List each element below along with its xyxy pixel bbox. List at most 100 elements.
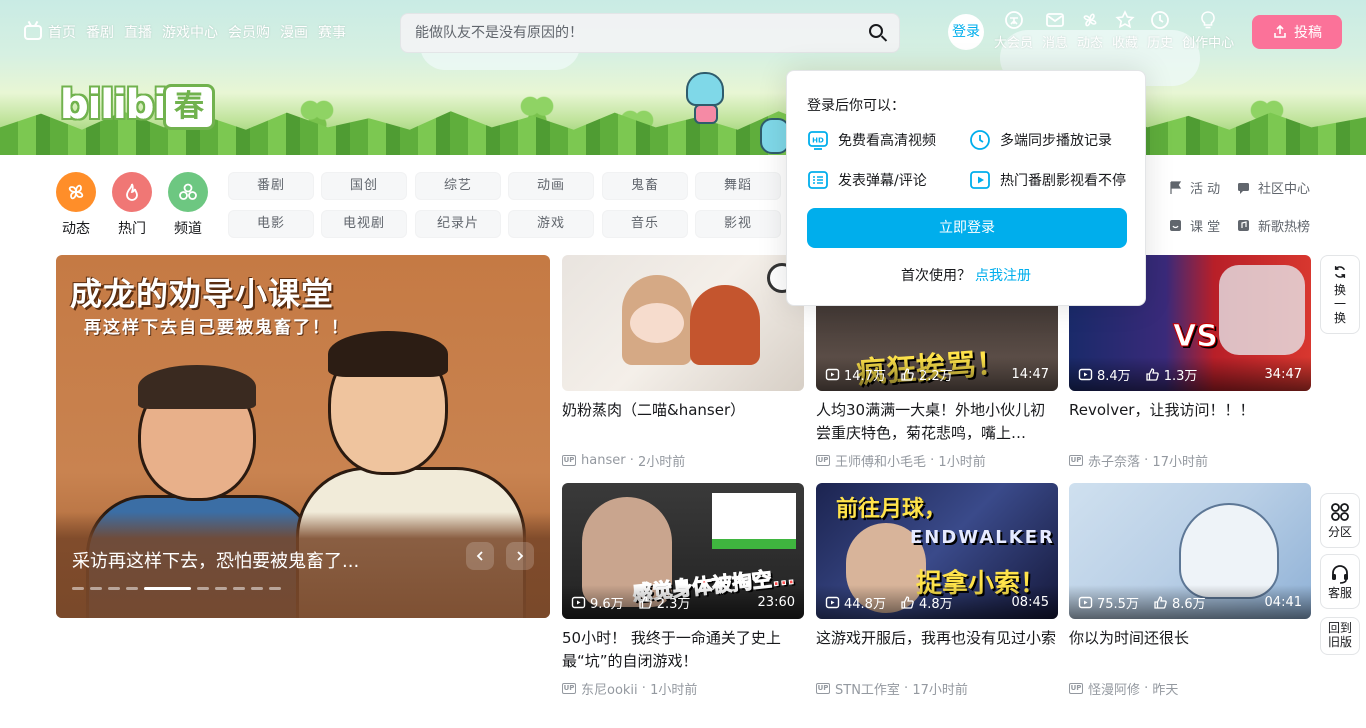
video-stats: 8.4万 1.3万 34:47	[1069, 357, 1311, 391]
play-icon	[1078, 596, 1093, 608]
carousel-caption[interactable]: 采访再这样下去，恐怕要被鬼畜了...	[72, 547, 359, 573]
nav-manga[interactable]: 漫画	[280, 22, 308, 42]
video-author[interactable]: 赤子奈落	[1088, 451, 1140, 470]
video-time: 1小时前	[938, 455, 986, 470]
video-card[interactable]: 75.5万 8.6万 04:41 你以为时间还很长 UP 怪漫阿修 · 昨天	[1069, 483, 1311, 698]
video-card[interactable]: 前往月球， ENDWALKER 捉拿小索！ 44.8万 4.8万 08:45 这…	[816, 483, 1058, 698]
zones-button[interactable]: 分区	[1320, 493, 1360, 548]
video-title[interactable]: 这游戏开服后，我再也没有见过小索	[816, 627, 1058, 673]
tag-music[interactable]: 音乐	[602, 210, 688, 238]
link-activities[interactable]: 活 动	[1168, 178, 1220, 197]
like-count: 1.3万	[1145, 365, 1197, 384]
video-author[interactable]: 怪漫阿修	[1088, 679, 1140, 698]
video-title[interactable]: 你以为时间还很长	[1069, 627, 1311, 673]
play-icon	[825, 596, 840, 608]
tag-movie[interactable]: 电影	[228, 210, 314, 238]
video-thumbnail[interactable]: 感觉身体被掏空... 9.6万 2.3万 23:60	[562, 483, 804, 619]
channel-hot[interactable]: 热门	[112, 172, 152, 238]
video-author[interactable]: 王师傅和小毛毛	[835, 451, 926, 470]
tag-kichiku[interactable]: 鬼畜	[602, 172, 688, 200]
register-link[interactable]: 点我注册	[975, 268, 1031, 284]
tag-game[interactable]: 游戏	[508, 210, 594, 238]
tag-documentary[interactable]: 纪录片	[415, 210, 501, 238]
tag-guochuang[interactable]: 国创	[321, 172, 407, 200]
video-author[interactable]: STN工作室	[835, 679, 900, 698]
nav-home[interactable]: 首页	[24, 22, 76, 42]
carousel-dot[interactable]	[108, 587, 120, 590]
upload-icon	[1274, 24, 1286, 38]
nav-dynamics[interactable]: 动态	[1077, 10, 1103, 51]
link-new-songs[interactable]: 新歌热榜	[1236, 216, 1310, 235]
video-thumbnail[interactable]: 前往月球， ENDWALKER 捉拿小索！ 44.8万 4.8万 08:45	[816, 483, 1058, 619]
nav-favorites[interactable]: 收藏	[1112, 10, 1138, 51]
nav-messages[interactable]: 消息	[1042, 10, 1068, 51]
danmaku-icon	[808, 171, 828, 189]
carousel-dot[interactable]	[90, 587, 102, 590]
video-thumbnail[interactable]: 75.5万 8.6万 04:41	[1069, 483, 1311, 619]
video-time: 17小时前	[912, 683, 968, 698]
video-title[interactable]: 人均30满满一大桌！外地小伙儿初尝重庆特色，菊花悲鸣，嘴上…	[816, 399, 1058, 445]
nav-live[interactable]: 直播	[124, 22, 152, 42]
carousel-indicators	[72, 587, 281, 590]
carousel-dot[interactable]	[197, 587, 209, 590]
nav-history[interactable]: 历史	[1147, 10, 1173, 51]
customer-service-button[interactable]: 客服	[1320, 554, 1360, 609]
video-author[interactable]: 东尼ookii	[581, 679, 638, 698]
thumbnail-overlay-text: 前往月球，	[836, 497, 947, 522]
video-card[interactable]: 感觉身体被掏空... 9.6万 2.3万 23:60 50小时！ 我终于一命通关…	[562, 483, 804, 698]
thumb-up-icon	[901, 595, 914, 609]
tag-variety[interactable]: 综艺	[415, 172, 501, 200]
carousel-dot[interactable]	[233, 587, 245, 590]
tag-tv[interactable]: 电视剧	[321, 210, 407, 238]
video-time: 17小时前	[1152, 455, 1208, 470]
search-button[interactable]	[867, 22, 889, 44]
tag-animation[interactable]: 动画	[508, 172, 594, 200]
video-title[interactable]: Revolver，让我访问！！！	[1069, 399, 1311, 445]
thumbnail-illustration	[712, 539, 796, 549]
like-count: 2.2万	[900, 365, 953, 384]
thumbnail-illustration	[1219, 265, 1305, 355]
tag-dance[interactable]: 舞蹈	[695, 172, 781, 200]
nav-mall[interactable]: 会员购	[228, 22, 270, 42]
carousel-dot[interactable]	[72, 587, 84, 590]
video-author[interactable]: hanser	[581, 453, 626, 468]
channel-channels[interactable]: 频道	[168, 172, 208, 238]
featured-carousel[interactable]: 成龙的劝导小课堂 再这样下去自己要被鬼畜了！！ 采访再这样下去，恐怕要被鬼畜了.…	[56, 255, 550, 618]
first-use-line: 首次使用？ 点我注册	[901, 268, 1031, 284]
video-thumbnail[interactable]	[562, 255, 804, 391]
link-community-center[interactable]: 社区中心	[1236, 178, 1310, 197]
grid-icon	[1331, 503, 1349, 521]
nav-vip[interactable]: 大会员	[994, 10, 1033, 51]
channel-dynamics[interactable]: 动态	[56, 172, 96, 238]
video-title[interactable]: 奶粉蒸肉（二喵&hanser）	[562, 399, 804, 445]
carousel-next-button[interactable]	[506, 542, 534, 570]
carousel-image-title: 成龙的劝导小课堂	[70, 275, 335, 313]
nav-esports[interactable]: 赛事	[318, 22, 346, 42]
nav-anime[interactable]: 番剧	[86, 22, 114, 42]
carousel-dot[interactable]	[126, 587, 138, 590]
nav-creator-center[interactable]: 创作中心	[1182, 10, 1234, 51]
carousel-image-subtitle: 再这样下去自己要被鬼畜了！！	[84, 318, 350, 338]
tag-anime[interactable]: 番剧	[228, 172, 314, 200]
carousel-dot[interactable]	[269, 587, 281, 590]
tag-film[interactable]: 影视	[695, 210, 781, 238]
refresh-button[interactable]: 换一换	[1320, 255, 1360, 334]
search-input[interactable]	[401, 14, 841, 52]
nav-game-center[interactable]: 游戏中心	[162, 22, 218, 42]
video-title[interactable]: 50小时！ 我终于一命通关了史上最“坑”的自闭游戏！	[562, 627, 804, 673]
upload-button[interactable]: 投稿	[1252, 15, 1342, 49]
carousel-dot[interactable]	[144, 587, 191, 590]
old-version-button[interactable]: 回到旧版	[1320, 617, 1360, 655]
chevron-left-icon	[476, 551, 483, 561]
video-card[interactable]: 奶粉蒸肉（二喵&hanser） UP hanser · 2小时前	[562, 255, 804, 470]
carousel-dot[interactable]	[251, 587, 263, 590]
thumb-up-icon	[639, 595, 652, 609]
chat-icon	[1238, 183, 1249, 194]
popup-header: 登录后你可以：	[807, 98, 905, 114]
link-classroom[interactable]: 课 堂	[1168, 216, 1220, 235]
login-avatar-button[interactable]: 登录	[948, 14, 984, 50]
login-now-button[interactable]: 立即登录	[807, 208, 1127, 248]
carousel-prev-button[interactable]	[466, 542, 494, 570]
carousel-dot[interactable]	[215, 587, 227, 590]
perk-sync-history: 多端同步播放记录	[969, 129, 1112, 151]
